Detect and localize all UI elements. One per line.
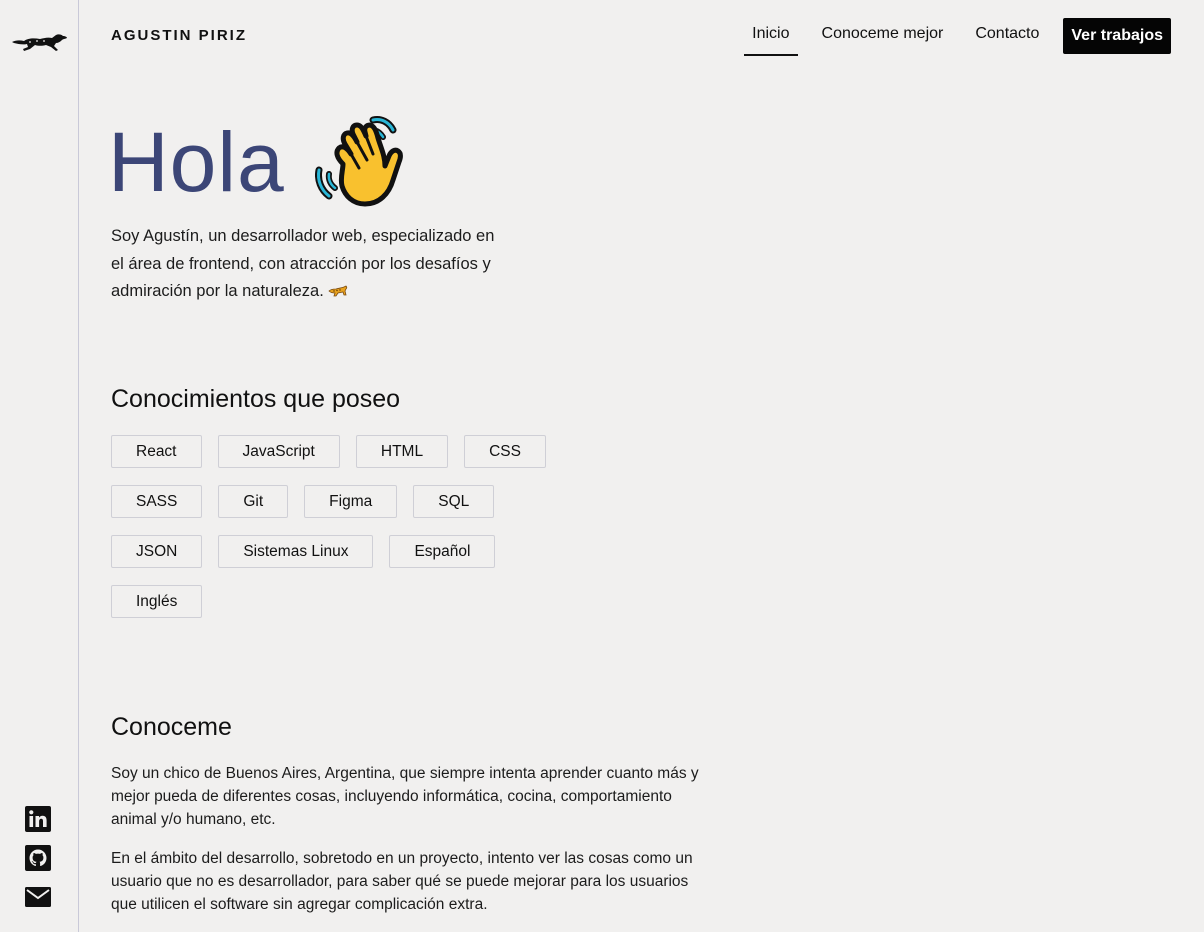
about-heading: Conoceme <box>111 713 232 741</box>
leopard-emoji <box>328 280 348 297</box>
skill-chip: Inglés <box>111 585 203 618</box>
skills-chip-list: React JavaScript HTML CSS SASS Git Figma… <box>111 435 571 618</box>
linkedin-icon[interactable] <box>25 806 51 832</box>
skill-chip: HTML <box>355 435 449 468</box>
skill-chip: CSS <box>464 435 546 468</box>
hero-heading: Hola <box>108 112 407 212</box>
running-leopard-icon[interactable] <box>10 28 68 56</box>
skill-chip: JSON <box>111 535 203 568</box>
skill-chip: Español <box>389 535 496 568</box>
mail-icon[interactable] <box>25 884 51 910</box>
skill-chip: Figma <box>304 485 398 518</box>
skill-chip: React <box>111 435 202 468</box>
github-icon[interactable] <box>25 845 51 871</box>
skill-chip: SQL <box>413 485 495 518</box>
waving-hand-emoji <box>314 114 407 210</box>
skill-chip: Git <box>218 485 289 518</box>
sidebar-rail <box>0 0 79 932</box>
ver-trabajos-button[interactable]: Ver trabajos <box>1063 18 1171 54</box>
nav-link-contacto[interactable]: Contacto <box>967 16 1047 56</box>
skill-chip: SASS <box>111 485 203 518</box>
main-nav: Inicio Conoceme mejor Contacto Ver traba… <box>744 16 1171 56</box>
about-paragraph: Soy un chico de Buenos Aires, Argentina,… <box>111 765 699 828</box>
hero-intro: Soy Agustín, un desarrollador web, espec… <box>111 223 511 306</box>
hero-title-text: Hola <box>108 115 285 209</box>
skills-heading: Conocimientos que poseo <box>111 385 401 413</box>
about-paragraph: En el ámbito del desarrollo, sobretodo e… <box>111 850 693 913</box>
skill-chip: Sistemas Linux <box>218 535 374 568</box>
brand-name[interactable]: AGUSTIN PIRIZ <box>111 27 247 44</box>
nav-link-conoceme-mejor[interactable]: Conoceme mejor <box>814 16 952 56</box>
nav-link-inicio[interactable]: Inicio <box>744 16 798 56</box>
hero-intro-text: Soy Agustín, un desarrollador web, espec… <box>111 227 495 300</box>
skill-chip: JavaScript <box>217 435 340 468</box>
